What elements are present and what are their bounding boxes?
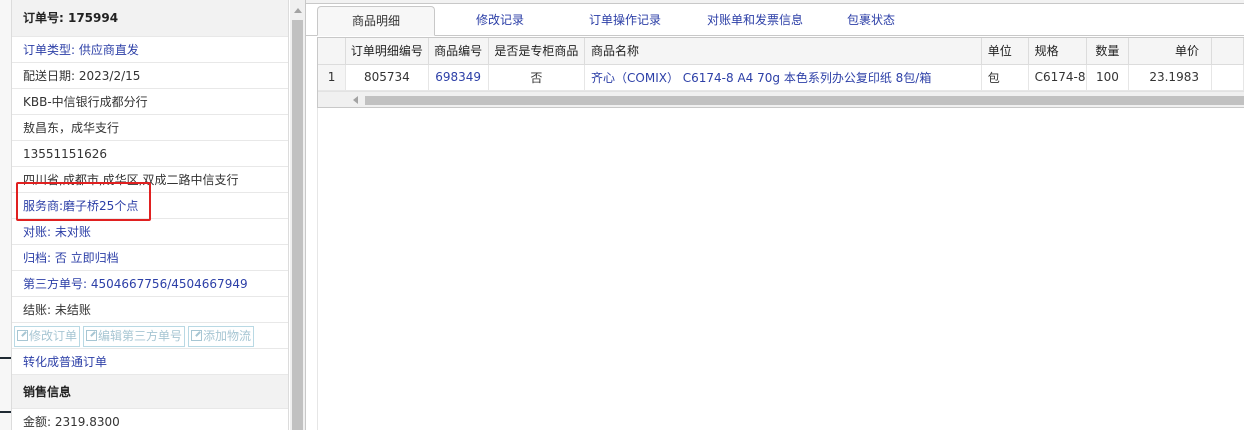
detail-panel: 商品明细 修改记录 订单操作记录 对账单和发票信息 包裹状态 订单明细编号 商品… <box>306 0 1244 430</box>
counter-product-cell: 否 <box>488 64 586 91</box>
convert-to-normal-order-link[interactable]: 转化成普通订单 <box>12 349 288 375</box>
archive-status[interactable]: 归档: 否 立即归档 <box>12 245 288 271</box>
action-buttons: 修改订单 编辑第三方单号 添加物流 <box>12 323 288 349</box>
left-edge-strip <box>0 0 11 430</box>
unit-price-cell: 23.1983 <box>1128 64 1212 91</box>
edit-icon <box>191 330 203 341</box>
edit-icon <box>86 330 98 341</box>
column-header[interactable]: 规格 <box>1028 38 1087 65</box>
unit-cell: 包 <box>981 64 1029 91</box>
delivery-address: 四川省,成都市,成华区,双成二路中信支行 <box>12 167 288 193</box>
order-type[interactable]: 订单类型: 供应商直发 <box>12 37 288 63</box>
detail-id-cell: 805734 <box>345 64 429 91</box>
edit-order-button[interactable]: 修改订单 <box>14 326 81 347</box>
table-row[interactable]: 1 805734 698349 否 齐心（COMIX） C6174-8 A4 7… <box>318 64 1244 91</box>
edit-third-party-label: 编辑第三方单号 <box>98 329 183 343</box>
column-header[interactable]: 商品编号 <box>428 38 489 65</box>
tab-product-details[interactable]: 商品明细 <box>317 6 435 36</box>
grid-empty-area <box>317 108 1244 430</box>
sales-amount: 金额: 2319.8300 <box>12 409 288 430</box>
row-number: 1 <box>318 64 347 91</box>
column-header[interactable]: 订单明细编号 <box>345 38 429 65</box>
horizontal-scrollbar-thumb[interactable] <box>365 96 1244 105</box>
service-provider[interactable]: 服务商:磨子桥25个点 <box>12 193 288 219</box>
product-id-link[interactable]: 698349 <box>428 64 489 91</box>
contact-name: 敖昌东，成华支行 <box>12 115 288 141</box>
delivery-date: 配送日期: 2023/2/15 <box>12 63 288 89</box>
column-header[interactable]: 商品名称 <box>584 38 982 65</box>
tab-statement-invoice[interactable]: 对账单和发票信息 <box>690 6 820 36</box>
horizontal-scrollbar[interactable] <box>318 91 1244 107</box>
order-detail-window: 订单号: 175994 订单类型: 供应商直发 配送日期: 2023/2/15 … <box>0 0 1244 430</box>
third-party-number[interactable]: 第三方单号: 4504667756/4504667949 <box>12 271 288 297</box>
customer-name: KBB-中信银行成都分行 <box>12 89 288 115</box>
order-info-panel: 订单号: 175994 订单类型: 供应商直发 配送日期: 2023/2/15 … <box>0 0 306 430</box>
extra-cell <box>1211 64 1244 91</box>
column-header-extra <box>1211 38 1244 65</box>
column-header[interactable]: 数量 <box>1086 38 1130 65</box>
product-name-link[interactable]: 齐心（COMIX） C6174-8 A4 70g 本色系列办公复印纸 8包/箱 <box>584 64 982 91</box>
product-table: 订单明细编号 商品编号 是否是专柜商品 商品名称 单位 规格 数量 单价 1 8… <box>318 38 1244 91</box>
sales-section-title: 销售信息 <box>12 375 288 409</box>
column-header[interactable]: 单位 <box>981 38 1029 65</box>
reconcile-status[interactable]: 对账: 未对账 <box>12 219 288 245</box>
edit-icon <box>17 330 28 341</box>
row-number-header <box>318 38 347 65</box>
quantity-cell: 100 <box>1086 64 1130 91</box>
edit-order-label: 修改订单 <box>29 329 78 343</box>
tab-bar-top-border <box>306 0 1244 4</box>
settlement-status: 结账: 未结账 <box>12 297 288 323</box>
add-logistics-button[interactable]: 添加物流 <box>188 326 255 347</box>
scroll-up-arrow-icon[interactable] <box>294 8 302 13</box>
contact-phone: 13551151626 <box>12 141 288 167</box>
left-scrollbar[interactable] <box>290 0 305 430</box>
tab-package-status[interactable]: 包裹状态 <box>836 6 906 36</box>
tab-modification-log[interactable]: 修改记录 <box>453 6 547 36</box>
order-info-list: 订单号: 175994 订单类型: 供应商直发 配送日期: 2023/2/15 … <box>11 0 289 430</box>
product-grid: 订单明细编号 商品编号 是否是专柜商品 商品名称 单位 规格 数量 单价 1 8… <box>317 37 1244 108</box>
column-header[interactable]: 单价 <box>1128 38 1212 65</box>
scroll-left-arrow-icon[interactable] <box>353 96 358 104</box>
column-header[interactable]: 是否是专柜商品 <box>488 38 586 65</box>
scrollbar-thumb[interactable] <box>292 20 303 430</box>
tab-bar: 商品明细 修改记录 订单操作记录 对账单和发票信息 包裹状态 <box>306 0 1244 36</box>
order-number: 订单号: 175994 <box>12 0 288 37</box>
add-logistics-label: 添加物流 <box>203 329 252 343</box>
tab-order-operation-log[interactable]: 订单操作记录 <box>576 6 674 36</box>
edit-third-party-button[interactable]: 编辑第三方单号 <box>83 326 186 347</box>
table-header-row: 订单明细编号 商品编号 是否是专柜商品 商品名称 单位 规格 数量 单价 <box>318 38 1244 65</box>
spec-cell: C6174-8 <box>1028 64 1087 91</box>
